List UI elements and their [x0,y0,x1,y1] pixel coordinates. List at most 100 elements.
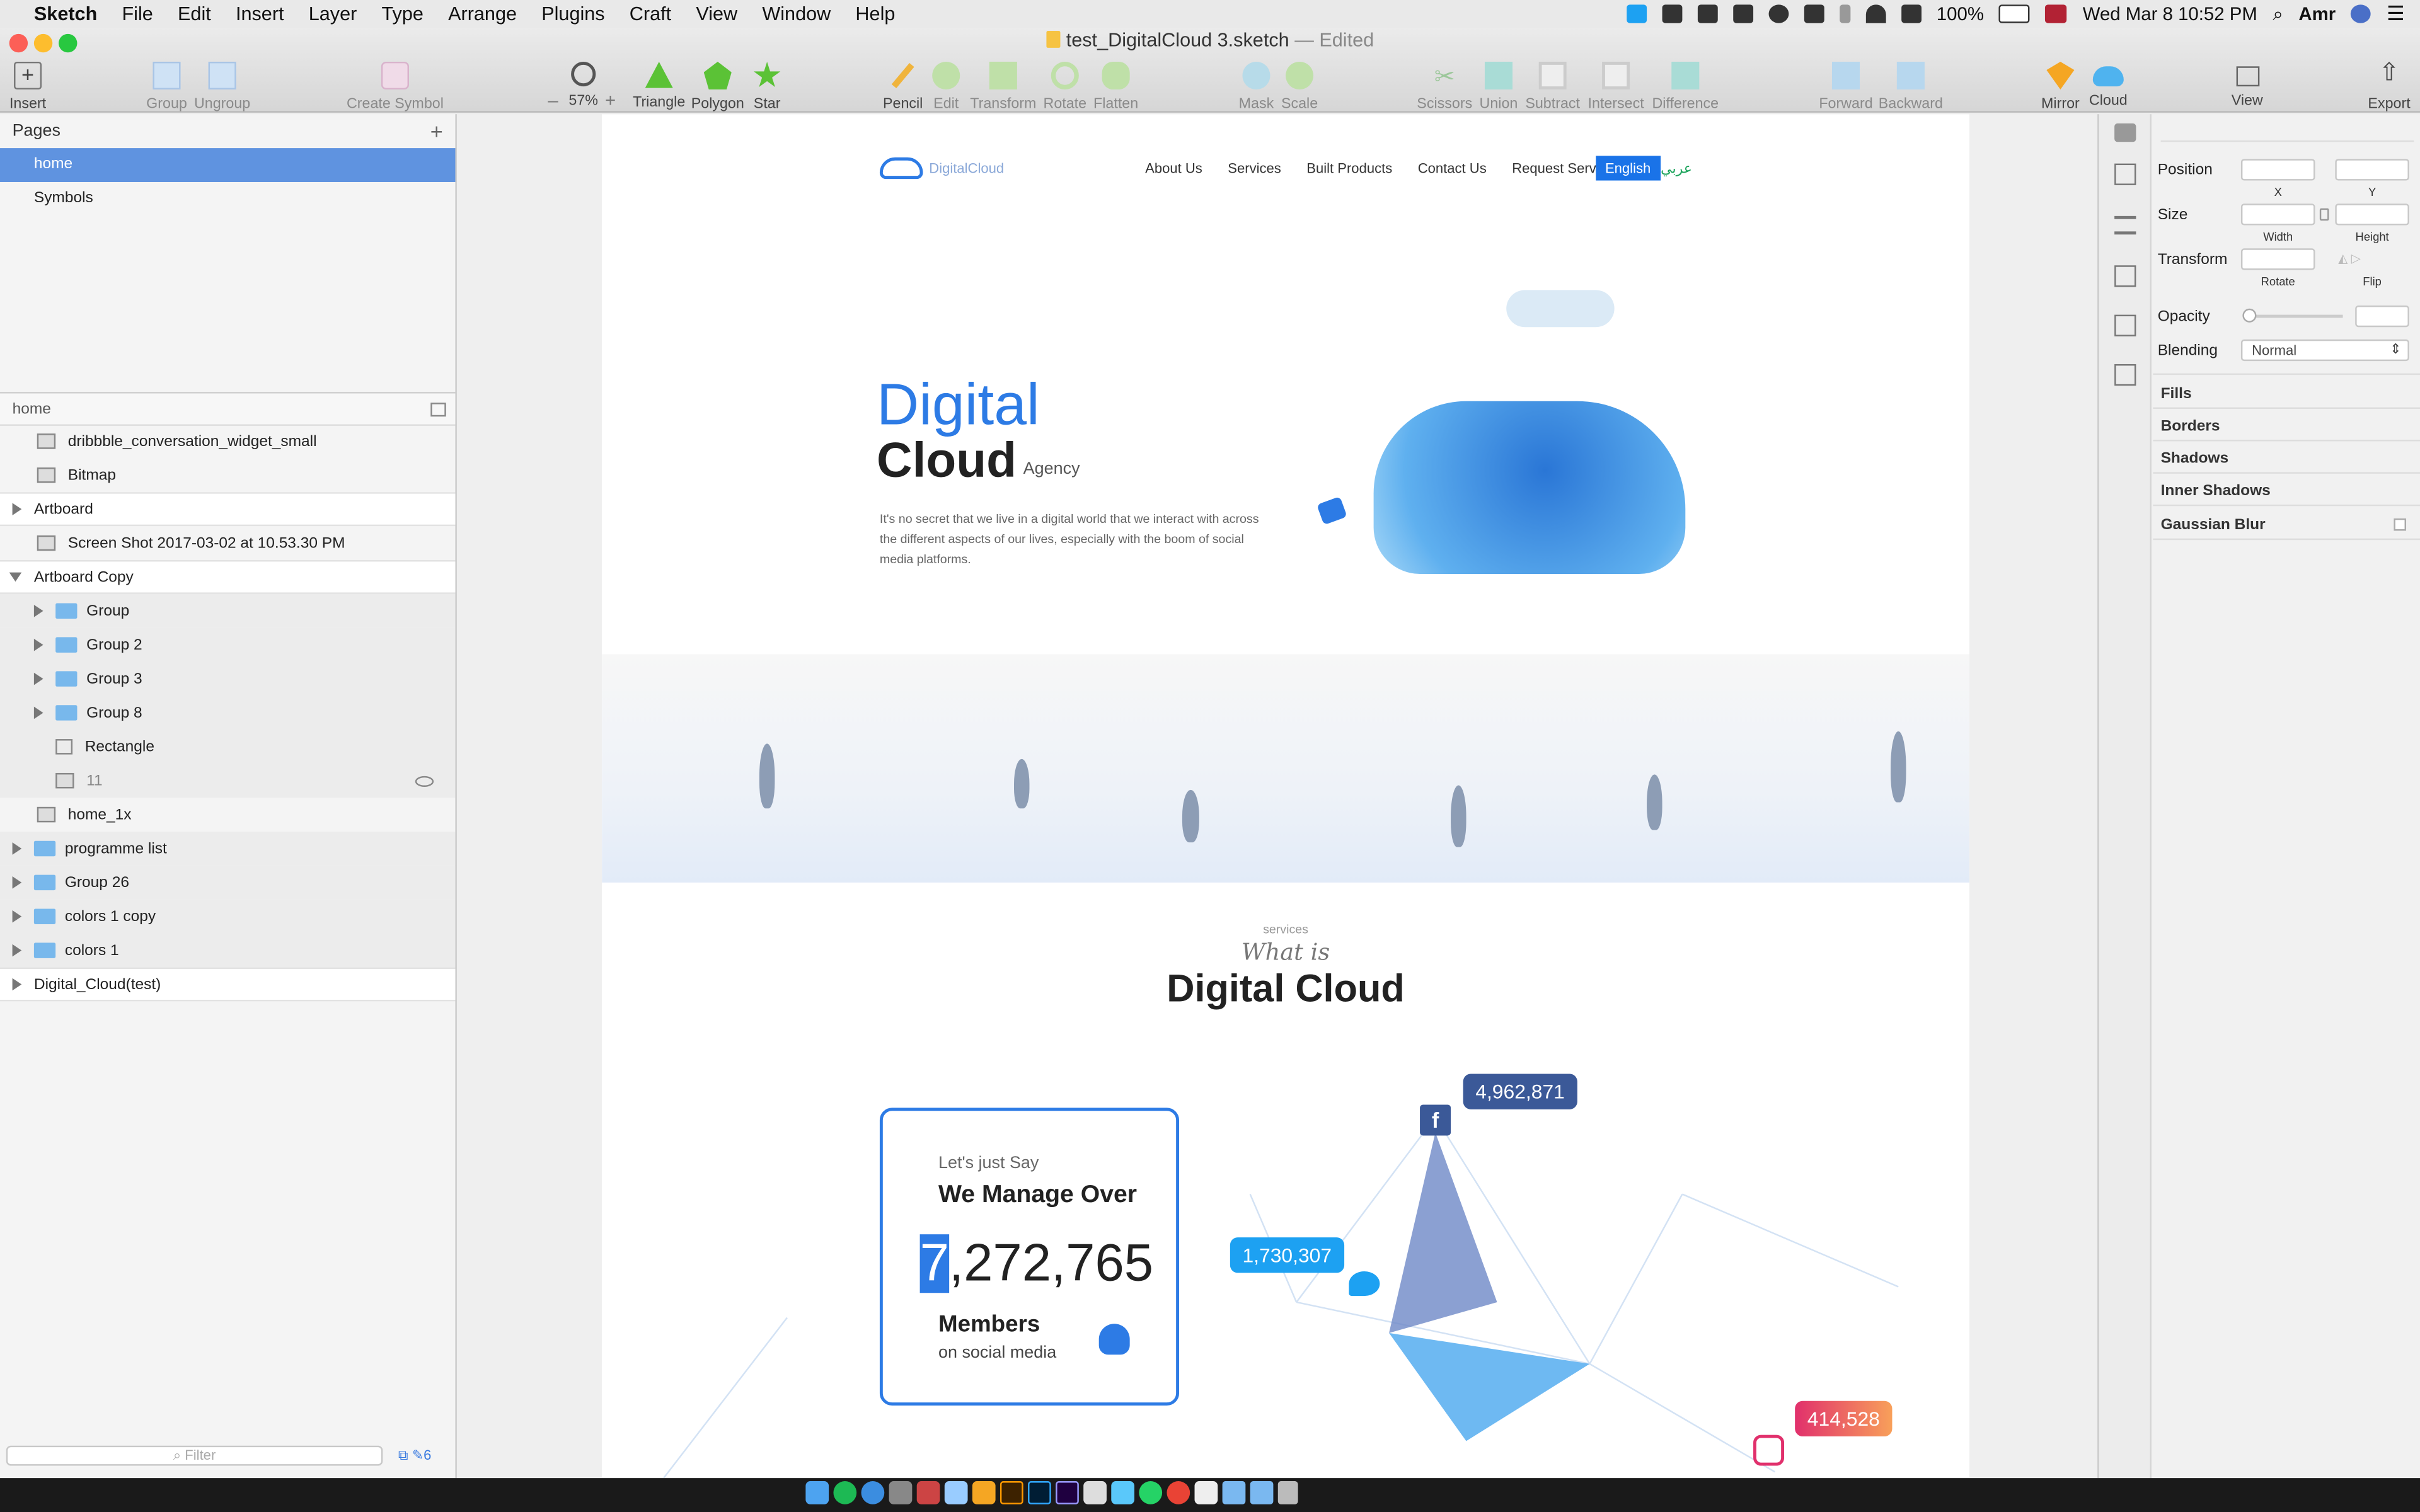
layer-row[interactable]: Rectangle [0,730,456,764]
dropbox-icon[interactable] [1697,4,1718,23]
photoshop-icon[interactable] [1028,1481,1051,1504]
backward-button[interactable]: Backward [1864,61,1957,113]
status-c-icon[interactable] [1768,4,1789,23]
nav-contact[interactable]: Contact Us [1418,161,1487,176]
view-button[interactable]: View [2201,62,2293,110]
flatten-button[interactable]: Flatten [1069,61,1162,113]
export-button[interactable]: ⇧ Export [2343,61,2420,113]
clock[interactable]: Wed Mar 8 10:52 PM [2083,3,2257,25]
gaussian-blur-checkbox[interactable] [2394,518,2406,531]
app-icon[interactable] [944,1481,968,1504]
layer-row[interactable]: Artboard [0,492,456,527]
drive-icon[interactable] [1732,4,1753,23]
opacity-input[interactable] [2355,305,2409,328]
spotify-icon[interactable] [833,1481,857,1504]
layer-row-hidden[interactable]: 11 [0,764,456,798]
finder-icon[interactable] [805,1481,829,1504]
position-y-input[interactable] [2335,159,2409,181]
menu-type[interactable]: Type [369,3,436,25]
folder-dock-icon[interactable] [1250,1481,1274,1504]
layer-row[interactable]: Group [0,593,456,628]
canvas[interactable]: DigitalCloud About Us Services Built Pro… [456,114,2098,1479]
opacity-slider[interactable] [2247,314,2343,318]
filter-input[interactable]: ⌕ Filter [6,1445,383,1466]
app-icon[interactable] [1083,1481,1107,1504]
lang-english-button[interactable]: English [1596,156,1660,181]
menu-plugins[interactable]: Plugins [529,3,618,25]
flag-us-icon[interactable] [2045,4,2068,23]
disclosure-icon[interactable] [33,638,43,651]
collapse-icon[interactable] [430,403,446,417]
menu-window[interactable]: Window [750,3,843,25]
layers-stack-icon[interactable] [2114,215,2136,235]
menu-sketch[interactable]: Sketch [25,3,110,25]
blending-select[interactable]: Normal ⇕ [2240,339,2409,362]
add-page-icon[interactable]: + [430,119,443,144]
bluetooth-icon[interactable] [1839,4,1850,23]
layer-row[interactable]: Digital_Cloud(test) [0,967,456,1002]
insert-button[interactable]: + Insert [0,61,74,113]
lock-icon[interactable] [2319,208,2329,221]
fills-section[interactable]: Fills [2161,386,2192,403]
edit-image-icon[interactable] [2114,364,2136,386]
menu-arrange[interactable]: Arrange [435,3,529,25]
status-z-icon[interactable] [1804,4,1824,23]
layer-row[interactable]: dribbble_conversation_widget_small [0,424,455,458]
menu-edit[interactable]: Edit [165,3,223,25]
menu-file[interactable]: File [110,3,166,25]
borders-section[interactable]: Borders [2161,418,2220,435]
layer-row[interactable]: colors 1 [0,933,456,968]
app-icon[interactable] [1194,1481,1218,1504]
notification-center-icon[interactable]: ☰ [2387,1,2405,26]
scale-button[interactable]: Scale [1253,61,1346,113]
cloud-button[interactable]: Cloud [2062,62,2155,110]
disclosure-icon[interactable] [33,706,43,719]
inner-shadows-section[interactable]: Inner Shadows [2161,483,2271,500]
share-icon[interactable] [2114,163,2136,185]
layer-row[interactable]: Artboard Copy [0,559,456,594]
app-icon[interactable] [916,1481,940,1504]
difference-button[interactable]: Difference [1639,61,1732,113]
status-app-icon[interactable] [1661,4,1682,23]
menu-layer[interactable]: Layer [296,3,369,25]
sketch-dock-icon[interactable] [972,1481,996,1504]
user-avatar-icon[interactable] [2351,4,2371,23]
user-name[interactable]: Amr [2298,3,2336,25]
lang-arabic-link[interactable]: عربي [1661,161,1692,178]
rotate-input[interactable] [2240,248,2315,270]
eye-icon[interactable] [415,775,434,786]
layer-row[interactable]: Group 3 [0,662,456,696]
disclosure-icon[interactable] [12,842,22,855]
disclosure-icon[interactable] [12,503,22,515]
flip-buttons[interactable]: ◭ ▷ [2338,251,2406,266]
layer-row[interactable]: Group 2 [0,627,456,662]
disclosure-icon[interactable] [33,672,43,685]
menu-insert[interactable]: Insert [223,3,296,25]
after-effects-icon[interactable] [1056,1481,1079,1504]
layer-row[interactable]: Screen Shot 2017-03-02 at 10.53.30 PM [0,526,455,560]
layer-row[interactable]: Group 8 [0,696,456,730]
grid-icon[interactable] [2114,314,2136,336]
disclosure-icon[interactable] [12,944,22,957]
disclosure-icon[interactable] [12,978,22,991]
chrome-icon[interactable] [1167,1481,1190,1504]
alignment-icons[interactable] [2160,123,2414,142]
menu-help[interactable]: Help [843,3,908,25]
spotlight-icon[interactable]: ⌕ [2273,3,2283,26]
whatsapp-icon[interactable] [1139,1481,1163,1504]
disclosure-icon[interactable] [12,910,22,923]
zoom-out-icon[interactable]: – [548,89,558,111]
layer-row[interactable]: colors 1 copy [0,899,456,934]
app-icon[interactable] [1111,1481,1135,1504]
artboard-home[interactable]: DigitalCloud About Us Services Built Pro… [602,114,1969,1479]
site-logo[interactable]: DigitalCloud [879,157,1004,180]
width-input[interactable] [2240,203,2315,226]
nav-about[interactable]: About Us [1145,161,1202,176]
disclosure-icon[interactable] [33,605,43,617]
disclosure-open-icon[interactable] [9,572,22,582]
safari-icon[interactable] [861,1481,885,1504]
create-symbol-button[interactable]: Create Symbol [333,61,457,113]
illustrator-icon[interactable] [1000,1481,1023,1504]
style-icon[interactable] [2114,123,2136,142]
app-icon[interactable] [889,1481,913,1504]
